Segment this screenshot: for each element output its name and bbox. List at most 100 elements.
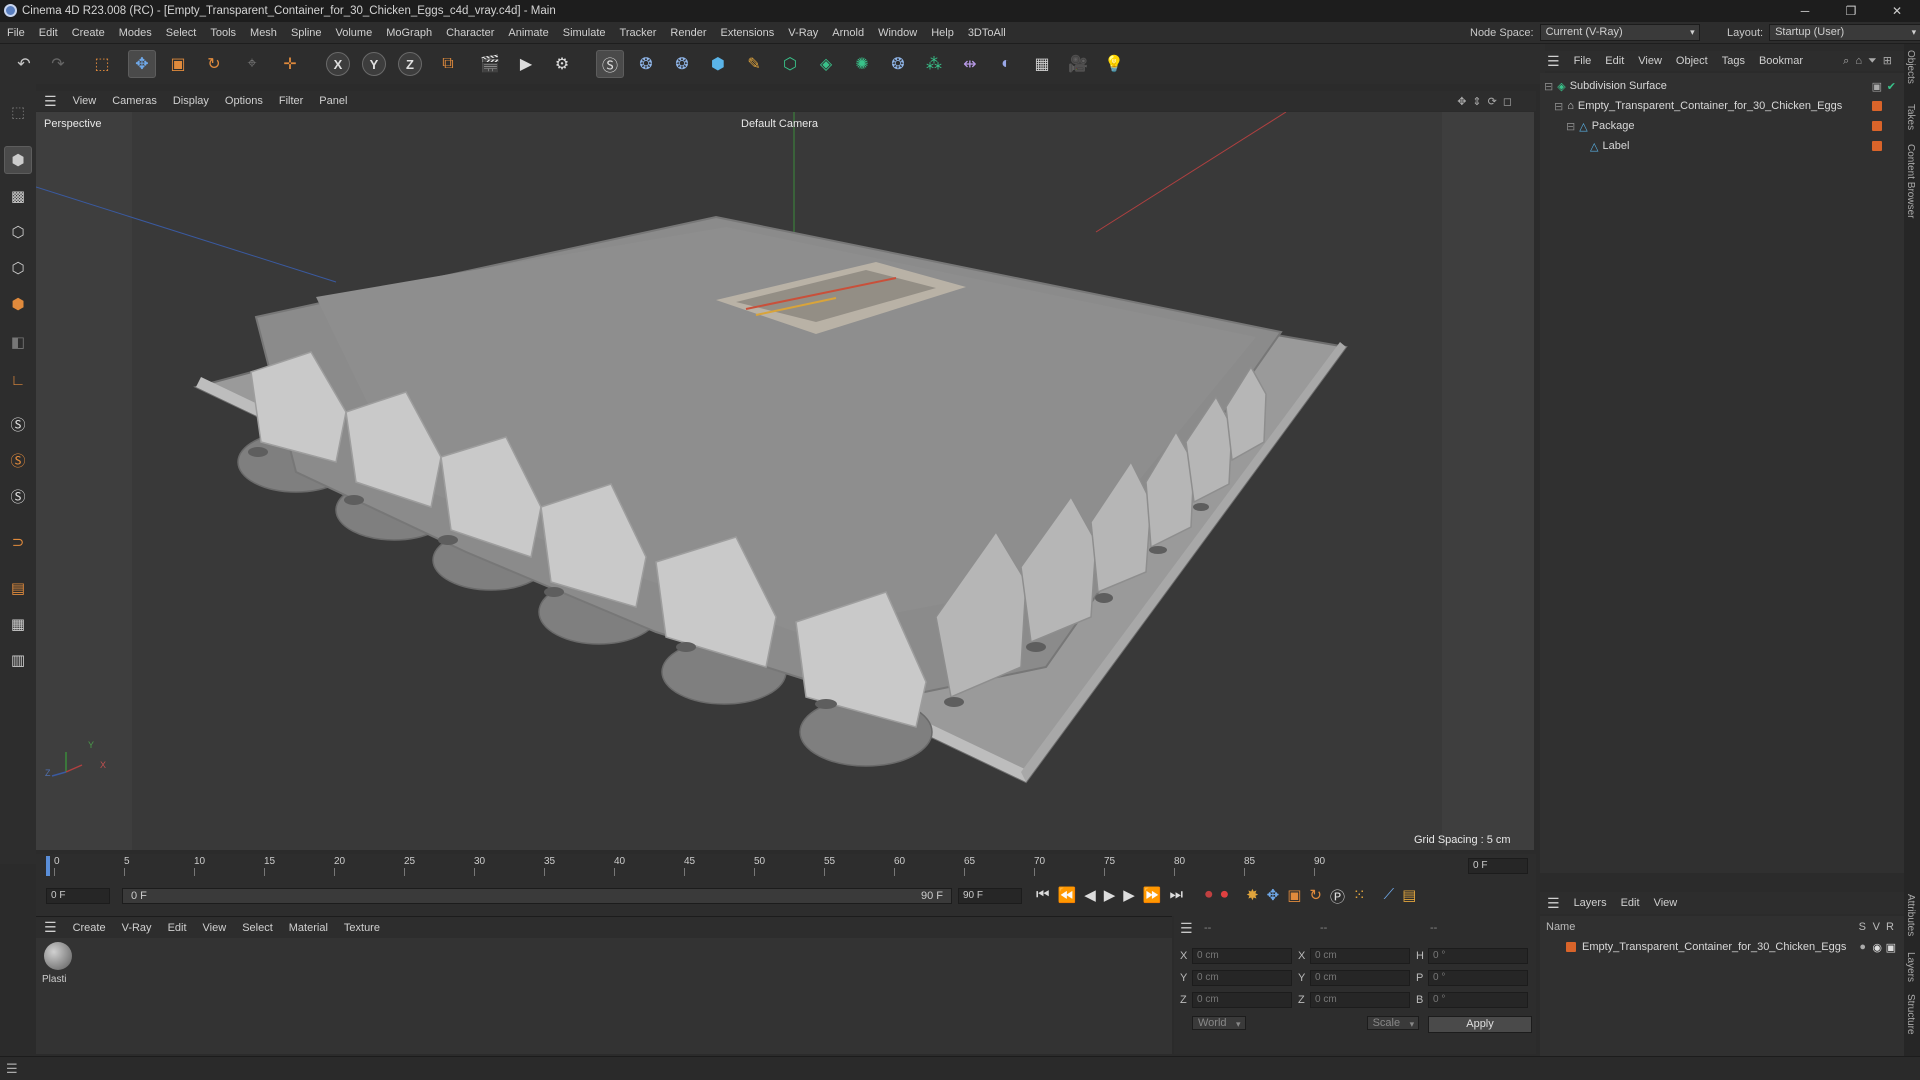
- layer-color-icon[interactable]: [1872, 121, 1882, 131]
- menu-window[interactable]: Window: [871, 27, 924, 39]
- coords-hamburger-icon[interactable]: ☰: [1180, 920, 1193, 937]
- material-swatch[interactable]: Plasti: [42, 942, 74, 988]
- menu-select[interactable]: Select: [159, 27, 204, 39]
- close-button[interactable]: ✕: [1874, 0, 1920, 22]
- menu-extensions[interactable]: Extensions: [713, 27, 781, 39]
- record-icon[interactable]: ⏺: [1205, 886, 1213, 907]
- end-frame-field[interactable]: 90 F: [958, 888, 1022, 904]
- key-pla-icon[interactable]: ⁙: [1353, 886, 1366, 907]
- tree-collapse-icon[interactable]: ⊟: [1544, 80, 1553, 93]
- previous-key-icon[interactable]: ⏪: [1058, 886, 1077, 907]
- tree-collapse-icon[interactable]: ⊟: [1566, 120, 1575, 133]
- x-axis-lock-icon[interactable]: X: [326, 52, 350, 76]
- go-to-end-icon[interactable]: ⏭: [1170, 886, 1184, 907]
- position-z-field[interactable]: 0 cm: [1192, 992, 1292, 1008]
- maximize-button[interactable]: ❐: [1828, 0, 1874, 22]
- next-frame-icon[interactable]: ▶: [1123, 886, 1135, 907]
- python-generator-icon[interactable]: ❂: [884, 50, 912, 78]
- mograph-icon[interactable]: ⁂: [920, 50, 948, 78]
- material-menu-vray[interactable]: V-Ray: [114, 922, 160, 934]
- material-menu-edit[interactable]: Edit: [160, 922, 195, 934]
- viewport-menu-options[interactable]: Options: [217, 95, 271, 107]
- material-menu-create[interactable]: Create: [65, 922, 114, 934]
- light-icon[interactable]: 💡: [1100, 50, 1128, 78]
- menu-tools[interactable]: Tools: [203, 27, 243, 39]
- tab-objects[interactable]: Objects: [1905, 50, 1916, 84]
- menu-character[interactable]: Character: [439, 27, 501, 39]
- next-key-icon[interactable]: ⏩: [1143, 886, 1162, 907]
- redo-icon[interactable]: ↷: [44, 50, 72, 78]
- key-scale-icon[interactable]: ▣: [1287, 886, 1301, 907]
- transform-tool-icon[interactable]: ✛: [276, 50, 304, 78]
- layer-menu-edit[interactable]: Edit: [1614, 897, 1647, 909]
- viewport-menu-display[interactable]: Display: [165, 95, 217, 107]
- layer-solo-icon[interactable]: ●: [1859, 941, 1866, 953]
- key-rotation-icon[interactable]: ↻: [1309, 886, 1322, 907]
- menu-spline[interactable]: Spline: [284, 27, 329, 39]
- material-menu-view[interactable]: View: [195, 922, 235, 934]
- render-view-icon[interactable]: 🎬: [476, 50, 504, 78]
- cloner-icon[interactable]: ✺: [848, 50, 876, 78]
- current-frame-field[interactable]: 0 F: [1468, 858, 1528, 874]
- timeline-ruler[interactable]: 0 5 10 15 20 25 30 35 40 45 50 55 60 65 70 75 80 85 90 0 F: [36, 854, 1536, 878]
- magnet-icon[interactable]: ⊃: [4, 528, 32, 556]
- axis-mode-icon[interactable]: ∟: [4, 366, 32, 394]
- rotation-h-field[interactable]: 0 °: [1428, 948, 1528, 964]
- tab-takes[interactable]: Takes: [1905, 104, 1916, 130]
- python-script2-icon[interactable]: ❂: [668, 50, 696, 78]
- menu-mograph[interactable]: MoGraph: [379, 27, 439, 39]
- texture-mode-icon[interactable]: ▩: [4, 182, 32, 210]
- polygons-mode-icon[interactable]: ⬢: [4, 290, 32, 318]
- position-y-field[interactable]: 0 cm: [1192, 970, 1292, 986]
- menu-simulate[interactable]: Simulate: [556, 27, 613, 39]
- pen-spline-icon[interactable]: ✎: [740, 50, 768, 78]
- menu-create[interactable]: Create: [65, 27, 112, 39]
- scale-tool-icon[interactable]: ▣: [164, 50, 192, 78]
- viewport-menu-view[interactable]: View: [65, 95, 105, 107]
- snap-settings-icon[interactable]: Ⓢ: [4, 446, 32, 474]
- model-mode-icon[interactable]: ⬢: [4, 146, 32, 174]
- object-row-package[interactable]: ⊟ △ Package: [1540, 117, 1904, 135]
- active-camera-label[interactable]: Default Camera: [741, 118, 818, 130]
- viewport-menu-cameras[interactable]: Cameras: [104, 95, 165, 107]
- object-menu-tags[interactable]: Tags: [1715, 55, 1752, 67]
- recent-tool-icon[interactable]: ⌖: [238, 50, 266, 78]
- enabled-check-icon[interactable]: ✔: [1887, 80, 1896, 93]
- motion-icon[interactable]: ⟋: [1384, 886, 1395, 907]
- menu-3dtoall[interactable]: 3DToAll: [961, 27, 1013, 39]
- minimize-button[interactable]: ─: [1782, 0, 1828, 22]
- object-hamburger-icon[interactable]: ☰: [1540, 53, 1567, 70]
- viewport-menu-filter[interactable]: Filter: [271, 95, 311, 107]
- menu-help[interactable]: Help: [924, 27, 961, 39]
- layer-hamburger-icon[interactable]: ☰: [1540, 895, 1567, 912]
- menu-edit[interactable]: Edit: [32, 27, 65, 39]
- rotate-tool-icon[interactable]: ↻: [200, 50, 228, 78]
- size-y-field[interactable]: 0 cm: [1310, 970, 1410, 986]
- grid-workplane-icon[interactable]: ▦: [4, 610, 32, 638]
- tab-attributes[interactable]: Attributes: [1905, 894, 1916, 936]
- layer-menu-layers[interactable]: Layers: [1567, 897, 1614, 909]
- menu-animate[interactable]: Animate: [501, 27, 555, 39]
- key-param-icon[interactable]: Ⓟ: [1330, 886, 1345, 907]
- go-to-start-icon[interactable]: ⏮: [1036, 886, 1050, 907]
- layer-render-icon[interactable]: ▣: [1886, 941, 1896, 954]
- locked-workplane-icon[interactable]: ▥: [4, 646, 32, 674]
- object-menu-file[interactable]: File: [1567, 55, 1599, 67]
- size-x-field[interactable]: 0 cm: [1310, 948, 1410, 964]
- keyframe-icon[interactable]: ✸: [1246, 886, 1259, 907]
- tab-layers[interactable]: Layers: [1905, 952, 1916, 982]
- menu-modes[interactable]: Modes: [112, 27, 159, 39]
- object-menu-edit[interactable]: Edit: [1598, 55, 1631, 67]
- menu-volume[interactable]: Volume: [329, 27, 380, 39]
- menu-mesh[interactable]: Mesh: [243, 27, 284, 39]
- rotation-p-field[interactable]: 0 °: [1428, 970, 1528, 986]
- auto-key-icon[interactable]: ⏺: [1221, 886, 1229, 907]
- layer-color-icon[interactable]: [1872, 141, 1882, 151]
- move-tool-icon[interactable]: ✥: [128, 50, 156, 78]
- status-menu-icon[interactable]: ☰: [6, 1061, 18, 1077]
- make-editable-icon[interactable]: ⬚: [4, 98, 32, 126]
- frame-range-slider[interactable]: 0 F 90 F: [122, 888, 952, 904]
- key-position-icon[interactable]: ✥: [1267, 886, 1280, 907]
- previous-frame-icon[interactable]: ◀: [1084, 886, 1096, 907]
- cube-primitive-icon[interactable]: ⬢: [704, 50, 732, 78]
